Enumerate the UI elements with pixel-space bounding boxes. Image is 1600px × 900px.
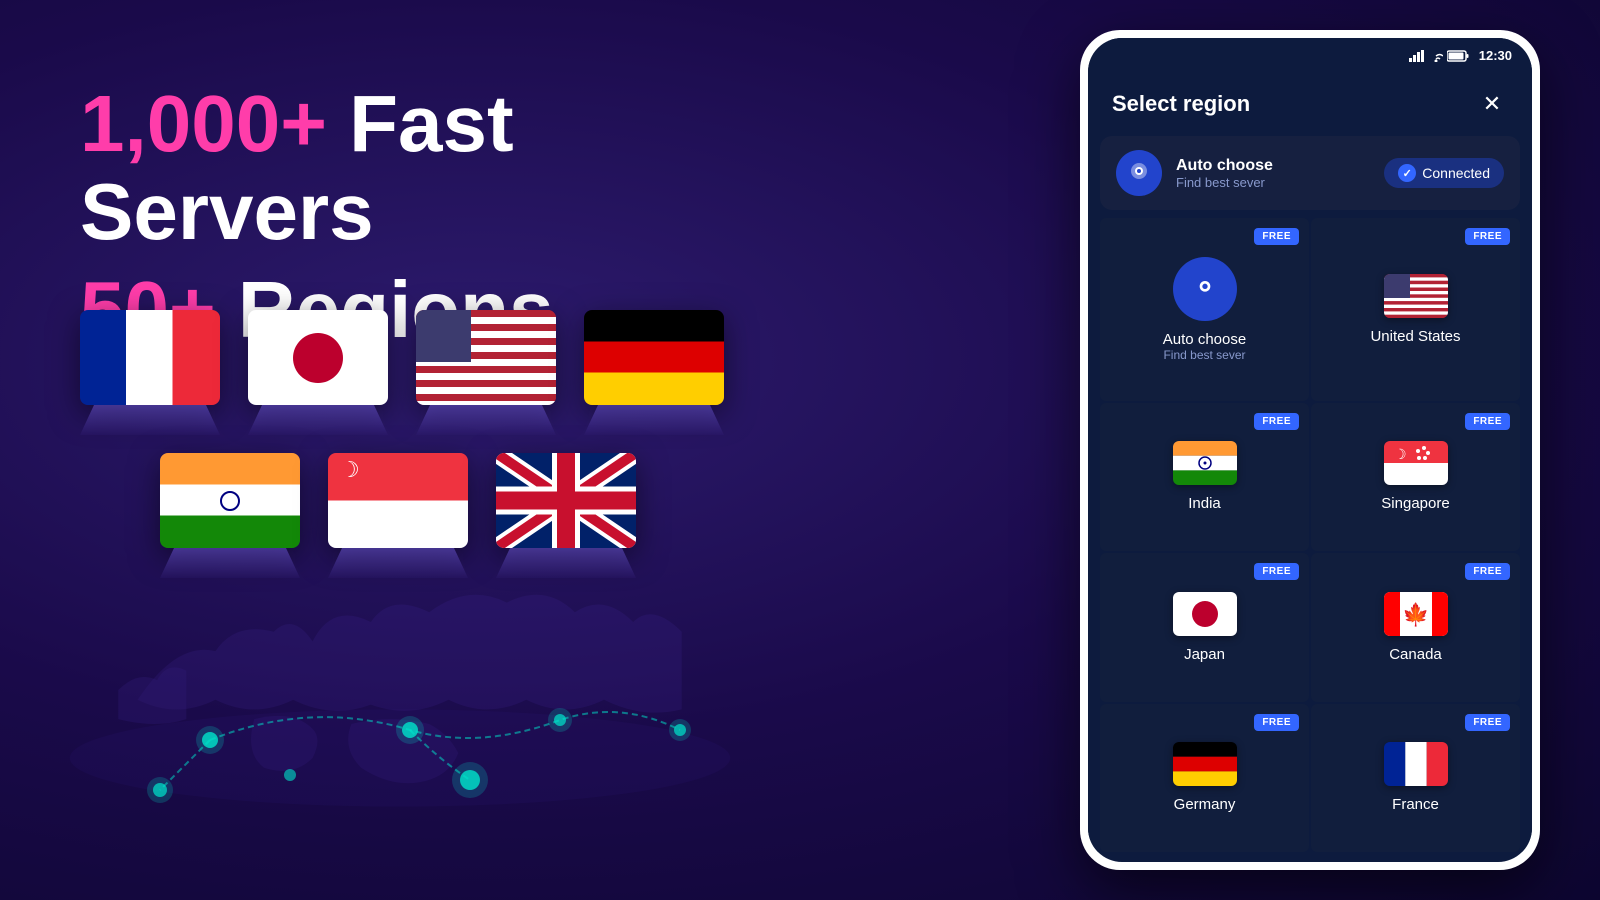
flag-germany-item [584,310,724,435]
signal-icon [1409,50,1425,62]
free-badge-usa: FREE [1465,228,1510,245]
free-badge-india: FREE [1254,413,1299,430]
status-time: 12:30 [1479,48,1512,63]
flag-usa-pedestal [416,405,556,435]
connected-check-icon: ✓ [1398,164,1416,182]
phone-mockup: 12:30 Select region ✕ Auto choose [1080,30,1540,870]
region-cell-france[interactable]: FREE France [1311,704,1520,853]
free-badge-canada: FREE [1465,563,1510,580]
auto-choose-connected-row[interactable]: Auto choose Find best sever ✓ Connected [1100,136,1520,210]
region-cell-auto[interactable]: FREE Auto choose Find best sever [1100,218,1309,401]
dialog-header: Select region ✕ [1088,68,1532,136]
india-chakra-icon [220,491,240,511]
flags-row-1 [80,310,724,435]
flag-germany-grid [1173,742,1237,786]
region-sub-auto: Find best sever [1163,348,1245,362]
headline-1: 1,000+ Fast Servers [80,80,780,256]
region-cell-canada[interactable]: FREE 🍁 Canada [1311,553,1520,702]
flag-france-icon [80,310,220,405]
flag-india-grid [1173,441,1237,485]
flag-singapore-icon [328,453,468,548]
status-icons [1409,50,1469,62]
close-button[interactable]: ✕ [1476,88,1508,120]
flag-germany-icon [584,310,724,405]
region-name-india: India [1188,495,1221,512]
location-icon [1127,161,1151,185]
region-name-singapore: Singapore [1381,495,1449,512]
flag-france-grid [1384,742,1448,786]
flag-uk-pedestal [496,548,636,578]
japan-flag-svg [1173,592,1237,636]
auto-choose-icon [1116,150,1162,196]
region-name-france: France [1392,796,1439,813]
usa-flag-svg [1384,274,1448,318]
region-name-canada: Canada [1389,646,1442,663]
region-name-auto: Auto choose [1163,331,1246,348]
flags-row-2 [160,453,724,578]
flag-india-pedestal [160,548,300,578]
svg-text:🍁: 🍁 [1402,602,1429,627]
auto-choose-sub: Find best sever [1176,175,1384,190]
germany-flag-svg [1173,742,1237,786]
auto-choose-grid-icon [1173,257,1237,321]
region-name-germany: Germany [1174,796,1236,813]
flag-india-item [160,453,300,578]
france-flag-svg [1384,742,1448,786]
network-map-icon [60,620,760,840]
battery-icon [1447,50,1469,62]
svg-text:☽: ☽ [1394,446,1407,462]
status-bar: 12:30 [1088,38,1532,68]
flag-canada-grid: 🍁 [1384,592,1448,636]
flag-usa-item [416,310,556,435]
flag-uk-icon [496,453,636,548]
flag-singapore-grid: ☽ [1384,441,1448,485]
singapore-flag-svg: ☽ [1384,441,1448,485]
region-cell-singapore[interactable]: FREE ☽ Singapore [1311,403,1520,552]
free-badge-auto: FREE [1254,228,1299,245]
canada-flag-svg: 🍁 [1384,592,1448,636]
auto-location-icon [1189,273,1221,305]
flag-japan-icon [248,310,388,405]
region-cell-india[interactable]: FREE India [1100,403,1309,552]
region-name-usa: United States [1370,328,1460,345]
auto-choose-name: Auto choose [1176,157,1384,175]
region-cell-germany[interactable]: FREE Germany [1100,704,1309,853]
flag-france-pedestal [80,405,220,435]
free-badge-germany: FREE [1254,714,1299,731]
free-badge-singapore: FREE [1465,413,1510,430]
auto-choose-text-block: Auto choose Find best sever [1176,157,1384,190]
flag-japan-item [248,310,388,435]
connected-label: Connected [1422,165,1490,181]
phone-screen: 12:30 Select region ✕ Auto choose [1088,38,1532,862]
flag-japan-pedestal [248,405,388,435]
region-cell-usa[interactable]: FREE [1311,218,1520,401]
wifi-icon [1429,50,1443,62]
india-flag-svg [1173,441,1237,485]
select-region-dialog: Select region ✕ Auto choose Find best se… [1088,68,1532,852]
flag-usa-icon [416,310,556,405]
headline-1-highlight: 1,000+ [80,79,327,168]
free-badge-japan: FREE [1254,563,1299,580]
flags-area [80,310,724,578]
region-grid: FREE Auto choose Find best sever FREE [1100,218,1520,852]
region-cell-japan[interactable]: FREE Japan [1100,553,1309,702]
free-badge-france: FREE [1465,714,1510,731]
flag-japan-grid [1173,592,1237,636]
connected-badge: ✓ Connected [1384,158,1504,188]
flag-singapore-item [328,453,468,578]
flag-germany-pedestal [584,405,724,435]
flag-india-icon [160,453,300,548]
flag-uk-item [496,453,636,578]
flag-singapore-pedestal [328,548,468,578]
region-name-japan: Japan [1184,646,1225,663]
flag-france-item [80,310,220,435]
dialog-title: Select region [1112,91,1250,117]
flag-usa-grid [1384,274,1448,318]
